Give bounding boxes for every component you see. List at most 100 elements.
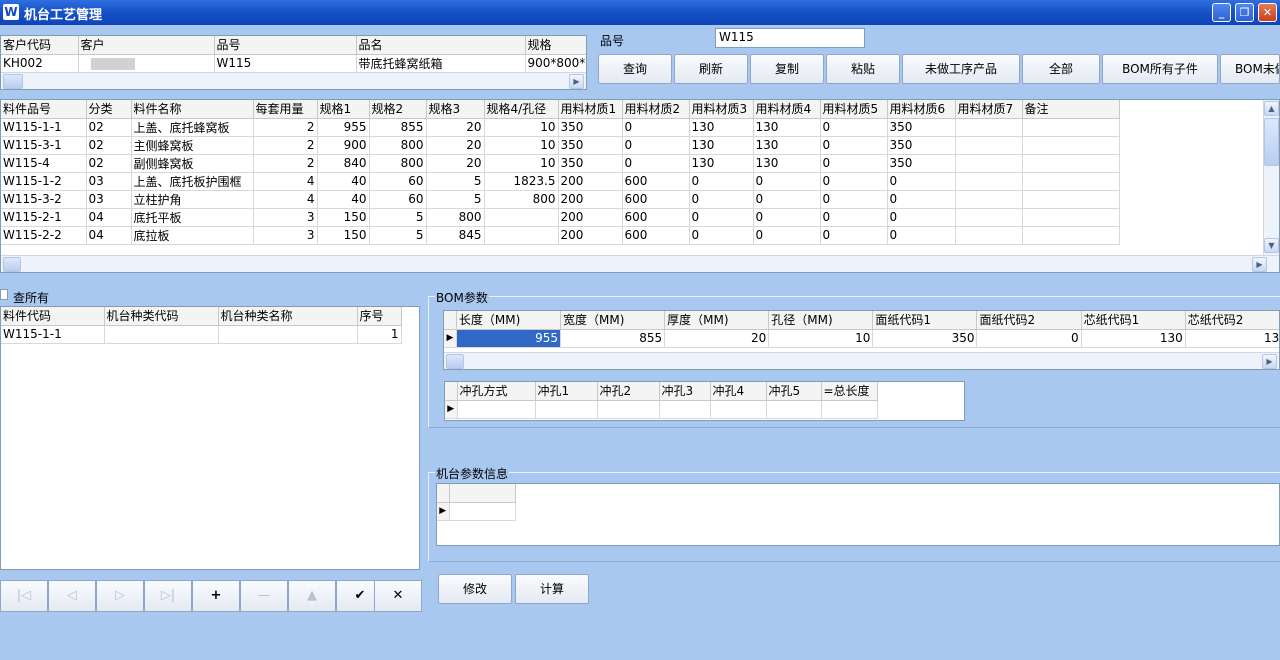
cell-spec-1[interactable]: 150 xyxy=(317,208,370,227)
cell-part-name[interactable]: 立柱护角 xyxy=(131,190,254,209)
cell-qty-per-set[interactable]: 4 xyxy=(253,190,318,209)
maximize-button[interactable]: ❐ xyxy=(1235,3,1254,22)
cell-material-4[interactable]: 130 xyxy=(753,118,821,137)
cell-customer[interactable] xyxy=(78,54,215,73)
cell-part-name[interactable]: 底拉板 xyxy=(131,226,254,245)
cell-part-no[interactable]: W115-3-1 xyxy=(1,136,87,155)
cell-material-6[interactable]: 0 xyxy=(887,172,956,191)
cell-material-5[interactable]: 0 xyxy=(820,136,888,155)
cell-thickness[interactable]: 20 xyxy=(664,329,770,348)
cell-part-no[interactable]: W115-1-2 xyxy=(1,172,87,191)
horizontal-scrollbar[interactable]: ▶ xyxy=(1,72,586,89)
table-row[interactable]: W115-1-1 02 上盖、底托蜂窝板 2 955 855 20 10 350 0 130 130 0… xyxy=(1,118,1120,137)
col-header-punch-method[interactable]: 冲孔方式 xyxy=(457,382,536,401)
col-header-spec-4-hole[interactable]: 规格4/孔径 xyxy=(484,100,559,119)
bom-all-children-button[interactable]: BOM所有子件 xyxy=(1102,54,1218,84)
vertical-scrollbar[interactable]: ▲ ▼ xyxy=(1263,100,1279,255)
cell-remark[interactable] xyxy=(1022,172,1120,191)
cell-spec-4-hole[interactable]: 10 xyxy=(484,154,559,173)
minimize-button[interactable]: _ xyxy=(1212,3,1231,22)
scroll-up-icon[interactable]: ▲ xyxy=(1264,101,1279,116)
cell-part-no[interactable]: W115-3-2 xyxy=(1,190,87,209)
cell-material-3[interactable]: 0 xyxy=(689,172,754,191)
cell-machine-type-code[interactable] xyxy=(104,325,219,344)
col-header-spec-3[interactable]: 规格3 xyxy=(426,100,485,119)
cell-material-4[interactable]: 0 xyxy=(753,190,821,209)
cell-remark[interactable] xyxy=(1022,154,1120,173)
col-header-seq[interactable]: 序号 xyxy=(357,307,402,326)
cell-remark[interactable] xyxy=(1022,226,1120,245)
cell-part-no[interactable]: W115-2-1 xyxy=(1,208,87,227)
col-header-machine-type-name[interactable]: 机台种类名称 xyxy=(218,307,358,326)
col-header-core-paper-1[interactable]: 芯纸代码1 xyxy=(1081,311,1186,330)
cell-material-7[interactable] xyxy=(955,136,1023,155)
cell-spec-2[interactable]: 5 xyxy=(369,226,427,245)
table-row[interactable]: W115-3-1 02 主侧蜂窝板 2 900 800 20 10 350 0 130 130 0 350 xyxy=(1,136,1120,155)
cell-material-5[interactable]: 0 xyxy=(820,208,888,227)
cell-punch-method[interactable] xyxy=(457,400,536,419)
cell-qty-per-set[interactable]: 4 xyxy=(253,172,318,191)
cell-spec-3[interactable]: 5 xyxy=(426,190,485,209)
col-header-material-6[interactable]: 用料材质6 xyxy=(887,100,956,119)
modify-button[interactable]: 修改 xyxy=(438,574,512,604)
cell-material-6[interactable]: 0 xyxy=(887,190,956,209)
col-header-material-3[interactable]: 用料材质3 xyxy=(689,100,754,119)
col-header-total-length[interactable]: =总长度 xyxy=(821,382,878,401)
cell-blank[interactable] xyxy=(449,502,516,521)
col-header-length[interactable]: 长度（MM) xyxy=(456,311,561,330)
cell-spec-1[interactable]: 955 xyxy=(317,118,370,137)
cell-remark[interactable] xyxy=(1022,190,1120,209)
scroll-down-icon[interactable]: ▼ xyxy=(1264,238,1279,253)
col-header-qty-per-set[interactable]: 每套用量 xyxy=(253,100,318,119)
first-record-button[interactable]: |◁ xyxy=(0,580,48,612)
cell-material-3[interactable]: 130 xyxy=(689,136,754,155)
scroll-right-icon[interactable]: ▶ xyxy=(569,74,584,89)
col-header-spec[interactable]: 规格 xyxy=(525,36,586,55)
col-header-material-2[interactable]: 用料材质2 xyxy=(622,100,690,119)
cell-material-3[interactable]: 0 xyxy=(689,226,754,245)
cell-material-2[interactable]: 600 xyxy=(622,208,690,227)
cell-qty-per-set[interactable]: 3 xyxy=(253,208,318,227)
scroll-thumb[interactable] xyxy=(1264,118,1279,166)
copy-button[interactable]: 复制 xyxy=(750,54,824,84)
cell-spec-2[interactable]: 5 xyxy=(369,208,427,227)
refresh-button[interactable]: 刷新 xyxy=(674,54,748,84)
cell-category[interactable]: 03 xyxy=(86,190,132,209)
cell-remark[interactable] xyxy=(1022,208,1120,227)
col-header-part-name[interactable]: 料件名称 xyxy=(131,100,254,119)
scroll-thumb[interactable] xyxy=(3,74,23,89)
cell-face-paper-2[interactable]: 0 xyxy=(976,329,1082,348)
col-header-punch-3[interactable]: 冲孔3 xyxy=(659,382,711,401)
cell-seq[interactable]: 1 xyxy=(357,325,402,344)
cell-spec-2[interactable]: 800 xyxy=(369,136,427,155)
cell-spec-2[interactable]: 60 xyxy=(369,190,427,209)
col-header-material-5[interactable]: 用料材质5 xyxy=(820,100,888,119)
cell-punch-1[interactable] xyxy=(535,400,598,419)
cell-category[interactable]: 02 xyxy=(86,154,132,173)
cell-spec-4-hole[interactable] xyxy=(484,226,559,245)
cell-qty-per-set[interactable]: 3 xyxy=(253,226,318,245)
cell-material-3[interactable]: 130 xyxy=(689,154,754,173)
cell-material-4[interactable]: 0 xyxy=(753,208,821,227)
cell-spec-2[interactable]: 60 xyxy=(369,172,427,191)
cell-material-1[interactable]: 200 xyxy=(558,172,623,191)
cell-material-7[interactable] xyxy=(955,118,1023,137)
part-no-input[interactable]: W115 xyxy=(715,28,865,48)
cell-qty-per-set[interactable]: 2 xyxy=(253,154,318,173)
table-row[interactable]: W115-1-1 1 xyxy=(1,325,402,344)
col-header-spec-1[interactable]: 规格1 xyxy=(317,100,370,119)
cell-spec-1[interactable]: 150 xyxy=(317,226,370,245)
cell-spec-1[interactable]: 40 xyxy=(317,172,370,191)
col-header-thickness[interactable]: 厚度（MM) xyxy=(664,311,770,330)
col-header-part-name[interactable]: 品名 xyxy=(356,36,526,55)
col-header-blank[interactable] xyxy=(449,484,516,503)
cell-spec-1[interactable]: 40 xyxy=(317,190,370,209)
col-header-punch-1[interactable]: 冲孔1 xyxy=(535,382,598,401)
cell-part-name[interactable]: 上盖、底托板护围框 xyxy=(131,172,254,191)
table-row[interactable]: ▶ 955 855 20 10 350 0 130 130 xyxy=(444,329,1279,348)
col-header-face-paper-2[interactable]: 面纸代码2 xyxy=(976,311,1082,330)
cell-spec-3[interactable]: 20 xyxy=(426,136,485,155)
cell-punch-4[interactable] xyxy=(710,400,767,419)
cell-material-2[interactable]: 600 xyxy=(622,226,690,245)
cell-material-7[interactable] xyxy=(955,208,1023,227)
